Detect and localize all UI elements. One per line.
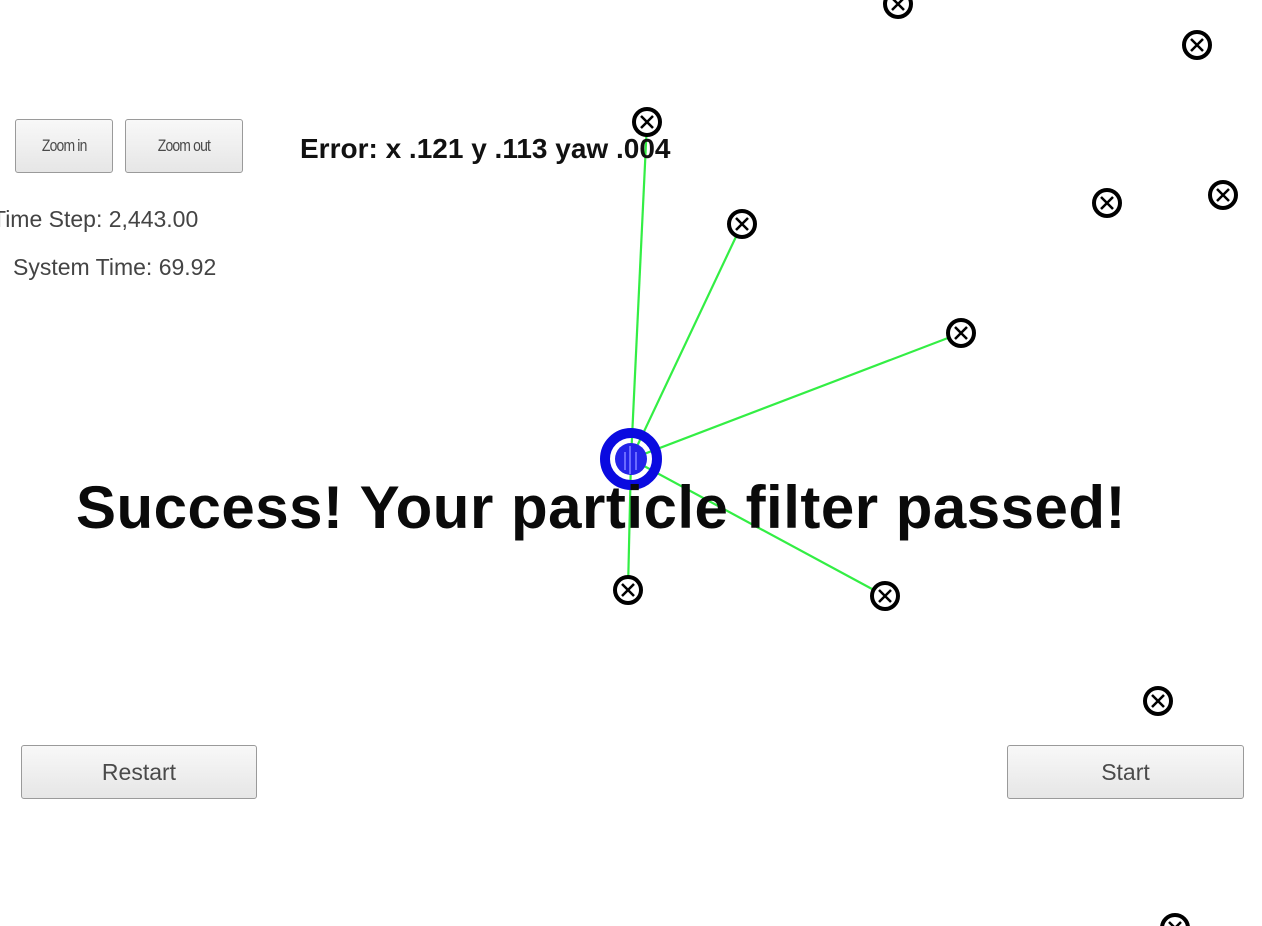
observation-line: [629, 121, 649, 460]
error-readout: Error: x .121 y .113 yaw .004: [300, 133, 671, 164]
start-button[interactable]: Start: [1007, 745, 1244, 799]
landmark-marker-icon: [1143, 686, 1173, 716]
landmark-marker-icon: [870, 581, 900, 611]
landmark-marker-icon: [883, 0, 913, 19]
landmark-marker-icon: [1092, 188, 1122, 218]
start-label: Start: [1101, 758, 1150, 785]
zoom-out-button[interactable]: Zoom out: [125, 119, 243, 173]
zoom-in-label: Zoom in: [41, 136, 87, 155]
landmark-marker-icon: [1160, 913, 1190, 926]
landmark-marker-icon: [613, 575, 643, 605]
zoom-out-label: Zoom out: [157, 136, 211, 155]
restart-label: Restart: [101, 758, 177, 785]
success-message: Success! Your particle filter passed!: [76, 474, 1127, 541]
system-time-readout: System Time: 69.92: [13, 254, 217, 280]
landmark-marker-icon: [632, 107, 662, 137]
landmark-marker-icon: [1182, 30, 1212, 60]
landmark-marker-icon: [946, 318, 976, 348]
zoom-in-button[interactable]: Zoom in: [15, 119, 113, 173]
restart-button[interactable]: Restart: [21, 745, 257, 799]
time-step-readout: Time Step: 2,443.00: [0, 206, 199, 232]
landmark-marker-icon: [1208, 180, 1238, 210]
landmark-marker-icon: [727, 209, 757, 239]
simulator-canvas: Zoom in Zoom out Time Step: 2,443.00 Sys…: [0, 0, 1262, 926]
